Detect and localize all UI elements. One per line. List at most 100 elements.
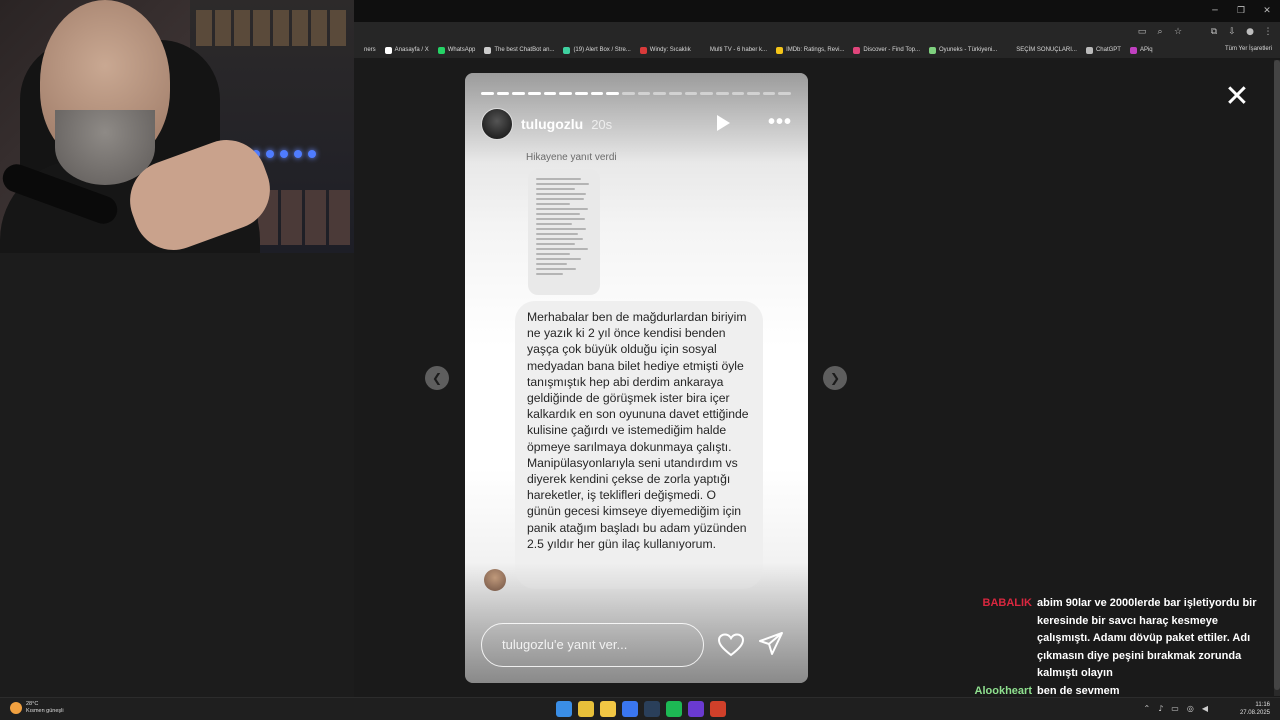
weather-desc: Kısmen güneşli [26, 708, 64, 714]
cast-icon[interactable]: ▭ [1136, 26, 1148, 38]
progress-segment [606, 92, 619, 95]
progress-segment [559, 92, 572, 95]
progress-segment [496, 92, 510, 95]
menu-icon[interactable]: ⋮ [1262, 26, 1274, 38]
bookmark-favicon-icon [1006, 46, 1014, 54]
extensions-icon[interactable]: ⧉ [1208, 26, 1220, 38]
bookmark-favicon-icon [354, 46, 361, 54]
clock-time: 11:16 [1255, 702, 1270, 708]
zoom-icon[interactable]: ⌕ [1154, 26, 1166, 38]
bookmark-star-icon[interactable]: ☆ [1172, 26, 1184, 38]
download-icon[interactable]: ⇩ [1226, 26, 1238, 38]
files-app-icon[interactable] [600, 701, 616, 717]
bookmark-label: SEÇİM SONUÇLARI... [1016, 47, 1077, 53]
steam-app-icon[interactable] [644, 701, 660, 717]
story-reply-thumbnail[interactable] [528, 169, 600, 295]
chat-username[interactable]: BABALIK [960, 595, 1037, 683]
next-story-arrow-icon[interactable]: ❯ [823, 366, 847, 390]
close-window-icon[interactable]: ✕ [1254, 0, 1280, 22]
bookmark-label: IMDb: Ratings, Revi... [786, 47, 845, 53]
address-bar[interactable]: ▭ ⌕ ☆ ⧉ ⇩ ● ⋮ [354, 22, 1280, 42]
address-bar-icons: ▭ ⌕ ☆ ⧉ ⇩ ● ⋮ [1136, 26, 1274, 38]
bookmark-label: WhatsApp [447, 47, 476, 53]
bookmark-item[interactable]: Discover - Find Top... [853, 46, 920, 54]
progress-segment [637, 92, 651, 95]
bookmark-favicon-icon [1129, 46, 1137, 54]
bookmark-favicon-icon [776, 46, 784, 54]
taskbar: 28°C Kısmen güneşli ⌃ ♪ ▭ ◎ ◀ 11:16 27.0… [0, 697, 1280, 720]
message-bubble: Merhabalar ben de mağdurlardan biriyim n… [515, 301, 763, 589]
play-icon[interactable] [717, 115, 730, 131]
game-app-icon[interactable] [710, 701, 726, 717]
bookmark-item[interactable]: Anasayfa / X [384, 46, 429, 54]
start-app-icon[interactable] [556, 701, 572, 717]
taskbar-apps [556, 701, 726, 717]
bookmark-item[interactable]: Multi TV - 6 haber k... [699, 46, 768, 54]
tray-chevron-icon[interactable]: ⌃ [1143, 703, 1150, 715]
bookmark-label: ChatGPT [1095, 47, 1121, 53]
webcam-overlay [0, 0, 354, 253]
progress-segment [653, 92, 666, 95]
bookmark-favicon-icon [929, 46, 936, 54]
message-text: Merhabalar ben de mağdurlardan biriyim n… [527, 310, 749, 551]
weather-temp: 28°C [26, 701, 39, 707]
bookmark-label: Multi TV - 6 haber k... [709, 47, 768, 53]
bookmark-label: (19) Alert Box / Stre... [573, 47, 631, 53]
bookmark-favicon-icon [484, 46, 492, 54]
bookmark-item[interactable]: WhatsApp [437, 46, 476, 54]
bookmark-label: Discover - Find Top... [863, 47, 920, 53]
tray-volume-icon[interactable]: ◀ [1202, 703, 1208, 715]
bookmark-label: ners [364, 47, 376, 53]
chat-text: abim 90lar ve 2000lerde bar işletiyordu … [1037, 597, 1257, 679]
progress-segment [778, 92, 792, 95]
story-progress-bar [481, 92, 792, 95]
bookmark-favicon-icon [384, 46, 392, 54]
next-app-icon[interactable] [688, 701, 704, 717]
bookmark-item[interactable]: IMDb: Ratings, Revi... [776, 46, 845, 54]
all-bookmarks-folder[interactable]: Tüm Yer İşaretleri [1225, 46, 1272, 52]
story-reply-input[interactable]: tulugozlu'e yanıt ver... [481, 623, 704, 667]
heart-icon[interactable] [718, 633, 744, 657]
maximize-icon[interactable]: ❐ [1228, 0, 1254, 22]
minimize-icon[interactable]: ─ [1202, 0, 1228, 22]
tray-network-icon[interactable]: ◎ [1187, 703, 1194, 715]
progress-segment [684, 92, 698, 95]
weather-sun-icon [10, 702, 22, 714]
chrome-app-icon[interactable] [578, 701, 594, 717]
system-tray: ⌃ ♪ ▭ ◎ ◀ [1143, 703, 1208, 715]
progress-segment [543, 92, 557, 95]
more-options-icon[interactable]: ••• [768, 112, 792, 136]
progress-segment [762, 92, 776, 95]
bookmark-item[interactable]: The best ChatBot an... [484, 46, 555, 54]
progress-segment [731, 92, 745, 95]
bookmarks-bar: ners Anasayfa / X WhatsApp The best ChatBot… [354, 42, 1280, 58]
bookmark-favicon-icon [853, 46, 861, 54]
bookmark-item[interactable]: Oyuneks - Türkiyeni... [929, 46, 997, 54]
taskbar-clock[interactable]: 11:16 27.08.2025 [1240, 701, 1270, 717]
bookmark-label: Anasayfa / X [394, 47, 429, 53]
send-icon[interactable] [758, 631, 784, 657]
progress-segment [621, 92, 635, 95]
bookmark-label: The best ChatBot an... [494, 47, 555, 53]
signal-app-icon[interactable] [622, 701, 638, 717]
tray-mic-icon[interactable]: ♪ [1158, 703, 1163, 715]
books-top [196, 10, 346, 46]
bookmark-item[interactable]: ChatGPT [1085, 46, 1121, 54]
clock-date: 27.08.2025 [1239, 710, 1270, 716]
story-author-avatar[interactable] [481, 108, 513, 140]
story-username[interactable]: tulugozlu [521, 116, 583, 132]
previous-story-arrow-icon[interactable]: ❮ [425, 366, 449, 390]
bookmark-item[interactable]: SEÇİM SONUÇLARI... [1006, 46, 1077, 54]
bookmark-item[interactable]: Windy: Sıcaklık [639, 46, 691, 54]
spotify-app-icon[interactable] [666, 701, 682, 717]
bookmark-item[interactable]: APiq [1129, 46, 1153, 54]
progress-segment [574, 92, 588, 95]
close-story-icon[interactable]: ✕ [1222, 82, 1252, 112]
profile-icon[interactable]: ● [1244, 26, 1256, 38]
bookmark-label: Windy: Sıcaklık [649, 47, 691, 53]
progress-segment [481, 92, 494, 95]
bookmark-item[interactable]: (19) Alert Box / Stre... [563, 46, 631, 54]
weather-widget[interactable]: 28°C Kısmen güneşli [10, 701, 64, 715]
bookmark-item[interactable]: ners [354, 46, 376, 54]
tray-monitor-icon[interactable]: ▭ [1171, 703, 1179, 715]
